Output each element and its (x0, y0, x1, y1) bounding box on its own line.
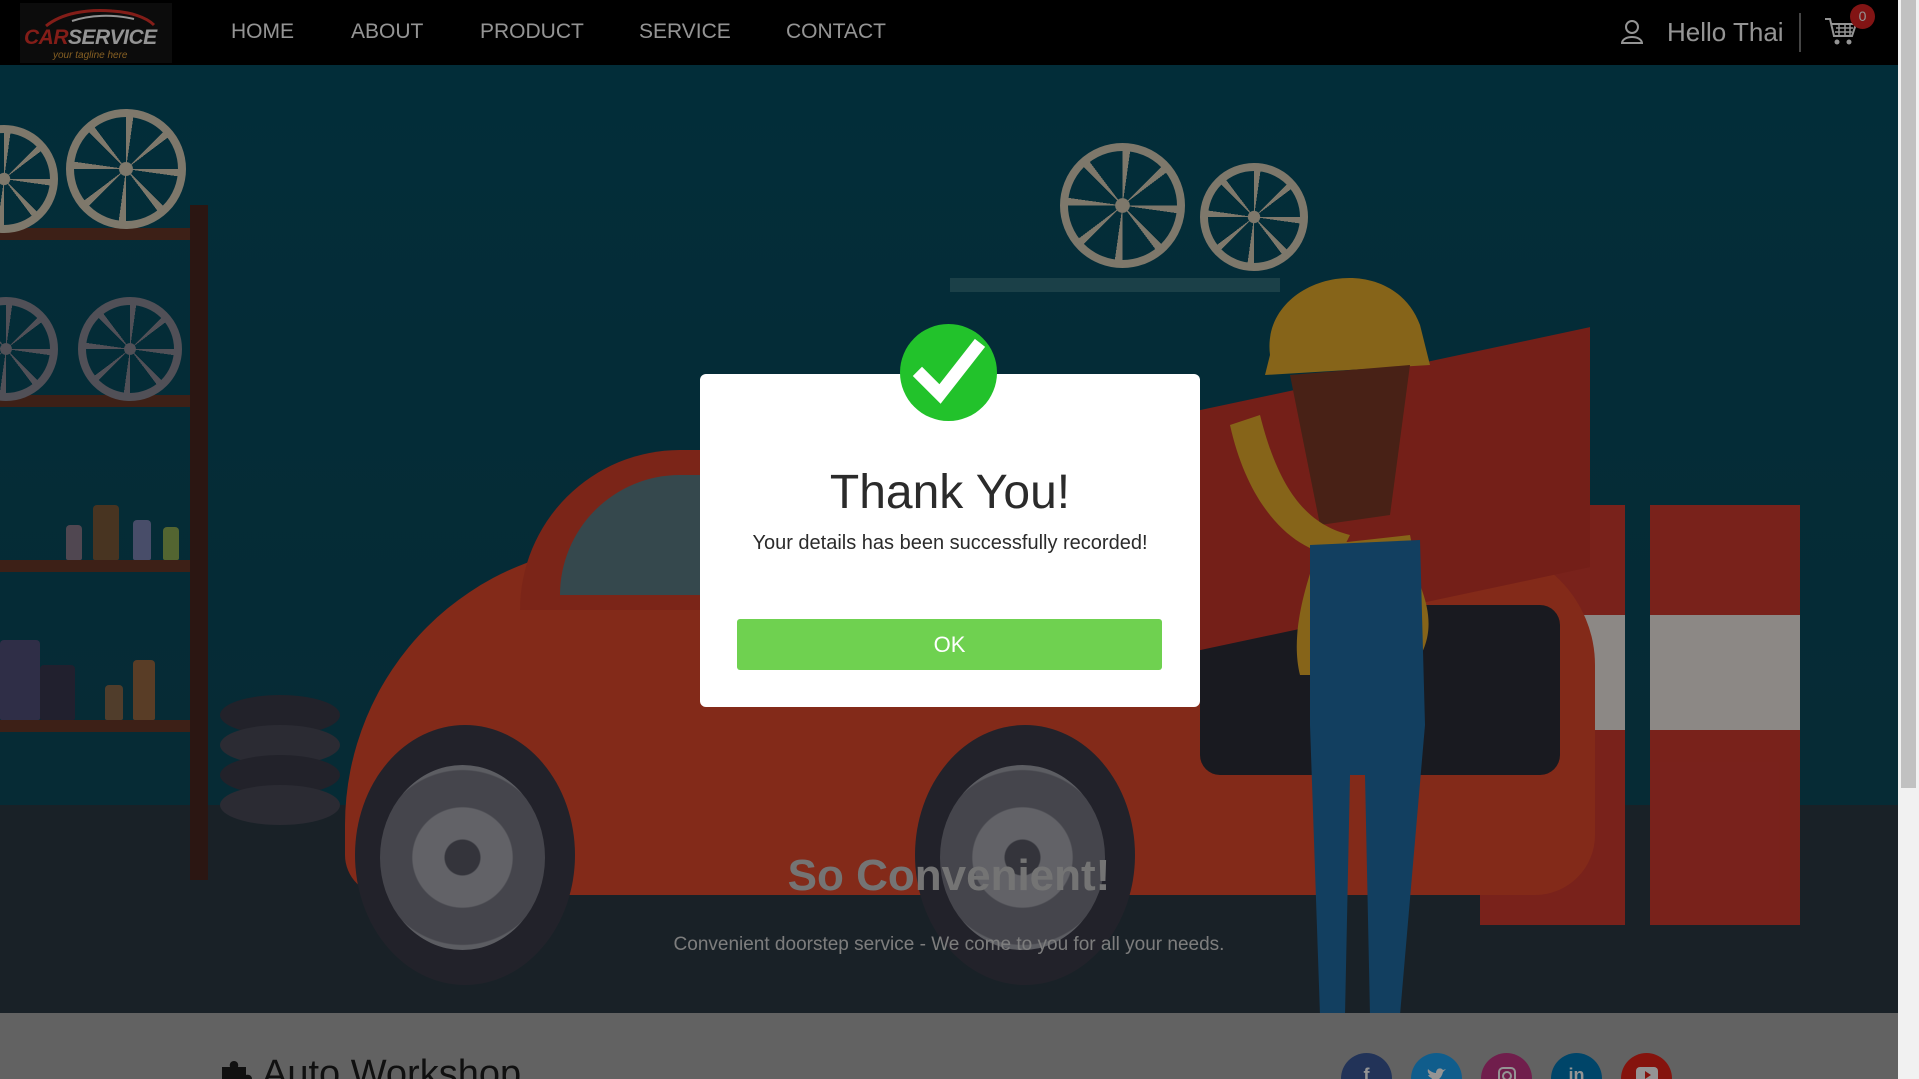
checkmark-icon (900, 324, 997, 421)
ok-button[interactable]: OK (737, 619, 1162, 670)
scrollbar-thumb[interactable] (1901, 0, 1916, 788)
dialog-title: Thank You! (829, 466, 1071, 519)
page-scrollbar[interactable] (1898, 0, 1919, 1079)
dialog-message: Your details has been successfully recor… (752, 532, 1148, 554)
